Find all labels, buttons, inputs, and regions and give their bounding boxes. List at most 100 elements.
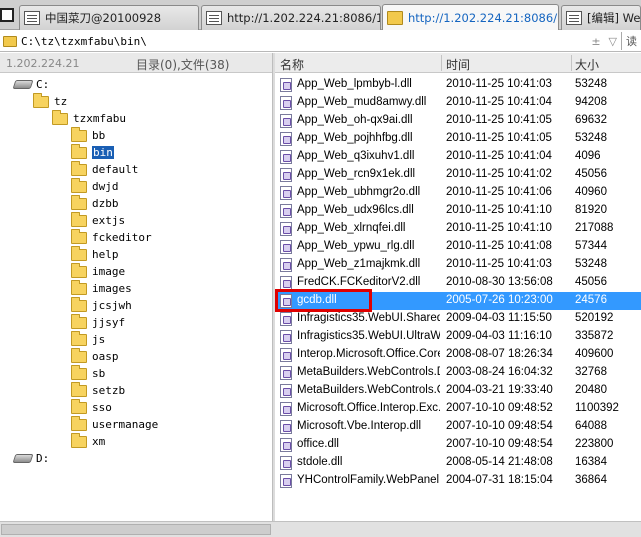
tab-bar: 中国菜刀@20100928 http://1.202.224.21:8086/1… (0, 0, 641, 30)
scrollbar-thumb[interactable] (1, 524, 271, 535)
dll-file-icon (280, 294, 292, 308)
file-row[interactable]: office.dll 2007-10-10 09:48:54 223800 (275, 436, 641, 454)
dll-file-icon (280, 150, 292, 164)
tree-folder-extjs[interactable]: extjs (71, 211, 125, 229)
folder-icon (71, 143, 87, 159)
dll-file-icon (280, 420, 292, 434)
dll-file-icon (280, 474, 292, 488)
file-list-header: 名称 时间 大小 (275, 53, 641, 73)
dll-file-icon (280, 276, 292, 290)
file-row[interactable]: Infragistics35.WebUI.Shared....2009-04-0… (275, 310, 641, 328)
file-row[interactable]: Interop.Microsoft.Office.Core... 2008-08-… (275, 346, 641, 364)
folder-icon (71, 296, 87, 312)
tab-edit-web[interactable]: [编辑] Web. (561, 5, 641, 30)
tree-folder-fckeditor[interactable]: fckeditor (71, 228, 152, 246)
tab-caidao[interactable]: 中国菜刀@20100928 (19, 5, 199, 30)
file-row[interactable]: App_Web_xlrnqfei.dll 2010-11-25 10:41:10 2… (275, 220, 641, 238)
file-row[interactable]: FredCK.FCKeditorV2.dll 2010-08-30 13:56:0… (275, 274, 641, 292)
tree-folder-bin[interactable]: bin (71, 143, 114, 161)
tree-folder-tzxmfabu[interactable]: tzxmfabu (52, 109, 126, 127)
dll-file-icon (280, 96, 292, 110)
path-bar: C:\tz\tzxmfabu\bin\ ± ▽ 读 (0, 31, 641, 52)
file-row[interactable]: MetaBuilders.WebControls.D... 2003-08-24 … (275, 364, 641, 382)
column-divider[interactable] (441, 55, 442, 71)
plusminus-button[interactable]: ± (587, 35, 604, 48)
column-name[interactable]: 名称 (280, 56, 304, 73)
file-row[interactable]: App_Web_rcn9x1ek.dll 2010-11-25 10:41:02 4… (275, 166, 641, 184)
folder-icon (71, 177, 87, 193)
path-controls: ± ▽ 读 (587, 31, 641, 51)
folder-icon (52, 109, 68, 125)
tree-folder-xm[interactable]: xm (71, 432, 105, 450)
file-row[interactable]: stdole.dll 2008-05-14 21:48:08 16384 (275, 454, 641, 472)
tree-folder-default[interactable]: default (71, 160, 138, 178)
dll-file-icon (280, 366, 292, 380)
dll-file-icon (280, 204, 292, 218)
file-row[interactable]: App_Web_lpmbyb-l.dll 2010-11-25 10:41:03 5… (275, 76, 641, 94)
dll-file-icon (280, 222, 292, 236)
file-row[interactable]: YHControlFamily.WebPanel.... 2004-07-31 1… (275, 472, 641, 490)
file-row[interactable]: App_Web_mud8amwy.dll 2010-11-25 10:41:04 9… (275, 94, 641, 112)
dll-file-icon (280, 240, 292, 254)
tree-folder-setzb[interactable]: setzb (71, 381, 125, 399)
tree-drive-c[interactable]: C: (12, 76, 49, 93)
tab-url-1[interactable]: http://1.202.224.21:8086/1.a... (201, 5, 381, 30)
folder-icon (71, 160, 87, 176)
folder-icon (71, 364, 87, 380)
folder-icon (71, 381, 87, 397)
folder-icon (71, 194, 87, 210)
tree-folder-oasp[interactable]: oasp (71, 347, 119, 365)
file-row[interactable]: Infragistics35.WebUI.UltraW... 2009-04-03… (275, 328, 641, 346)
column-time[interactable]: 时间 (446, 56, 470, 73)
tree-folder-help[interactable]: help (71, 245, 119, 263)
server-address: 1.202.224.21 (6, 57, 80, 70)
file-row[interactable]: App_Web_q3ixuhv1.dll 2010-11-25 10:41:04 4… (275, 148, 641, 166)
tree-folder-dwjd[interactable]: dwjd (71, 177, 119, 195)
column-divider[interactable] (571, 55, 572, 71)
tree-folder-image[interactable]: image (71, 262, 125, 280)
file-row[interactable]: Microsoft.Office.Interop.Exc... 2007-10-1… (275, 400, 641, 418)
tree-folder-js[interactable]: js (71, 330, 105, 348)
file-row[interactable]: Microsoft.Vbe.Interop.dll 2007-10-10 09:4… (275, 418, 641, 436)
file-row-selected[interactable]: gcdb.dll 2005-07-26 10:23:00 24576 (275, 292, 641, 310)
dropdown-button[interactable]: ▽ (605, 35, 621, 48)
path-input[interactable]: C:\tz\tzxmfabu\bin\ (21, 35, 147, 48)
folder-icon (33, 92, 49, 108)
left-pane-header: 1.202.224.21 目录(0),文件(38) (0, 53, 272, 73)
dll-file-icon (280, 186, 292, 200)
folder-icon (71, 330, 87, 346)
dll-file-icon (280, 402, 292, 416)
folder-icon (71, 347, 87, 363)
file-row[interactable]: App_Web_oh-qx9ai.dll 2010-11-25 10:41:05 6… (275, 112, 641, 130)
file-row[interactable]: App_Web_pojhhfbg.dll 2010-11-25 10:41:05 5… (275, 130, 641, 148)
dll-file-icon (280, 384, 292, 398)
file-row[interactable]: App_Web_udx96lcs.dll 2010-11-25 10:41:10 8… (275, 202, 641, 220)
read-button[interactable]: 读 (622, 33, 641, 49)
window-menu-icon[interactable] (0, 8, 14, 22)
file-row[interactable]: App_Web_ubhmgr2o.dll 2010-11-25 10:41:06 4… (275, 184, 641, 202)
tree-folder-images[interactable]: images (71, 279, 132, 297)
tree-folder-sso[interactable]: sso (71, 398, 112, 416)
tree-folder-sb[interactable]: sb (71, 364, 105, 382)
tree-folder-bb[interactable]: bb (71, 126, 105, 144)
tree-folder-jjsyf[interactable]: jjsyf (71, 313, 125, 331)
dll-file-icon (280, 132, 292, 146)
folder-icon (3, 35, 17, 47)
tree-drive-d[interactable]: D: (12, 450, 49, 467)
column-size[interactable]: 大小 (575, 56, 599, 73)
horizontal-scrollbar[interactable] (0, 521, 641, 537)
dll-file-icon (280, 348, 292, 362)
folder-icon (387, 10, 403, 25)
file-row[interactable]: MetaBuilders.WebControls.O... 2004-03-21 … (275, 382, 641, 400)
tree-folder-dzbb[interactable]: dzbb (71, 194, 119, 212)
tab-label: [编辑] Web. (587, 11, 641, 25)
file-row[interactable]: App_Web_z1majkmk.dll 2010-11-25 10:41:03 5… (275, 256, 641, 274)
tree-folder-tz[interactable]: tz (33, 92, 67, 110)
folder-icon (71, 262, 87, 278)
tab-label: 中国菜刀@20100928 (45, 11, 162, 25)
tree-folder-usermanage[interactable]: usermanage (71, 415, 158, 433)
tab-url-2-active[interactable]: http://1.202.224.21:8086/1.a... (382, 4, 559, 30)
file-row[interactable]: App_Web_ypwu_rlg.dll 2010-11-25 10:41:08 5… (275, 238, 641, 256)
tree-folder-jcsjwh[interactable]: jcsjwh (71, 296, 132, 314)
dll-file-icon (280, 456, 292, 470)
